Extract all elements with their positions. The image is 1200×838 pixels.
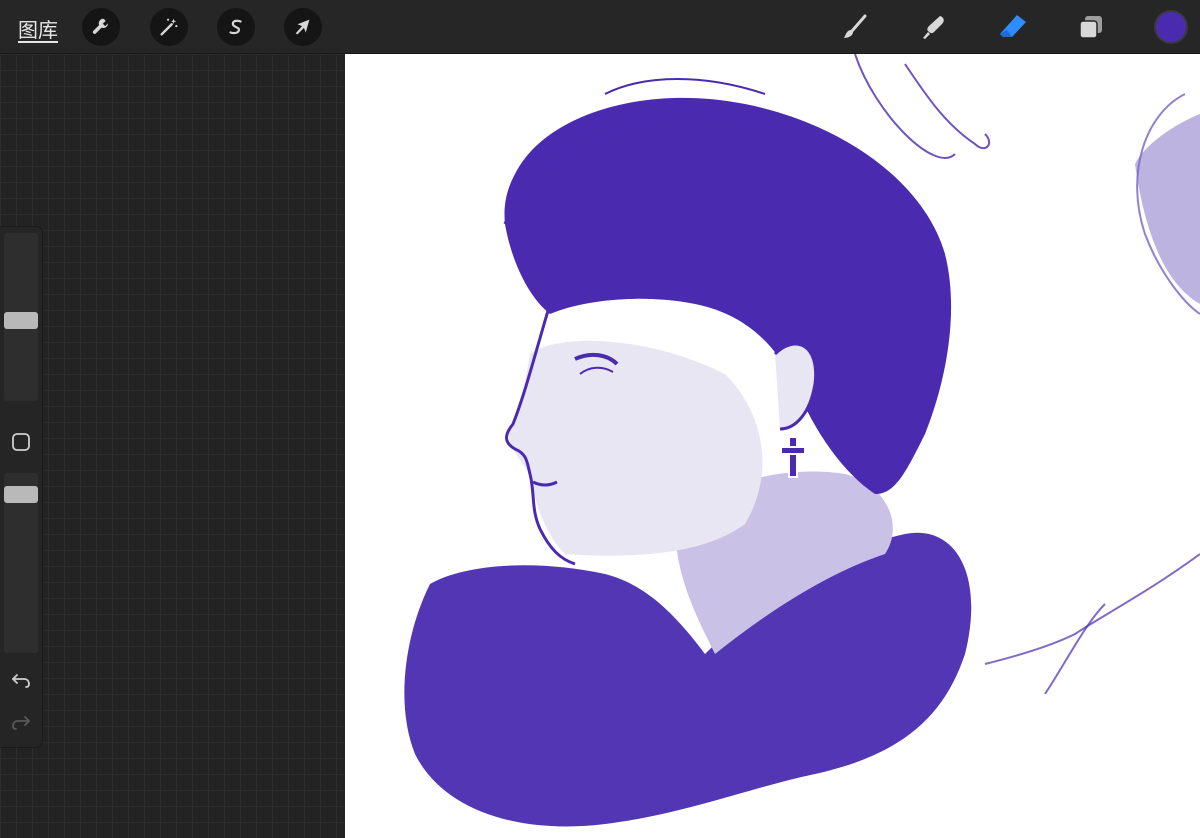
undo-icon: [11, 674, 30, 688]
layers-icon: [1079, 16, 1102, 39]
artwork: [404, 54, 1200, 827]
magic-wand-icon: [160, 18, 178, 36]
wrench-icon: [92, 18, 108, 34]
square-outline-icon: [12, 433, 30, 451]
actions-button[interactable]: [82, 8, 120, 46]
eraser-icon: [1000, 15, 1026, 37]
undo-button[interactable]: [6, 665, 36, 695]
layers-button[interactable]: [1072, 8, 1110, 46]
gallery-button[interactable]: 图库: [18, 14, 58, 43]
transform-button[interactable]: [284, 8, 322, 46]
modify-button[interactable]: [6, 427, 36, 457]
workspace-grid: [0, 54, 345, 838]
opacity-thumb[interactable]: [4, 486, 38, 504]
drawing-canvas[interactable]: [345, 54, 1200, 838]
left-sidebar: [0, 227, 42, 747]
face-shape: [508, 340, 763, 556]
top-toolbar: 图库: [0, 0, 1200, 54]
redo-button[interactable]: [6, 707, 36, 737]
brush-size-thumb[interactable]: [4, 311, 38, 329]
arrow-cursor-icon: [295, 19, 310, 35]
cross-earring: [780, 436, 806, 478]
smudge-icon: [923, 16, 944, 39]
redo-icon: [12, 716, 31, 730]
erase-tool-button[interactable]: [994, 8, 1032, 46]
color-picker-button[interactable]: [1154, 10, 1188, 44]
brush-icon: [844, 14, 867, 38]
adjustments-button[interactable]: [150, 8, 188, 46]
smudge-tool-button[interactable]: [914, 8, 952, 46]
paint-tool-button[interactable]: [836, 8, 874, 46]
selection-s-icon: [229, 19, 242, 35]
selection-button[interactable]: [217, 8, 255, 46]
